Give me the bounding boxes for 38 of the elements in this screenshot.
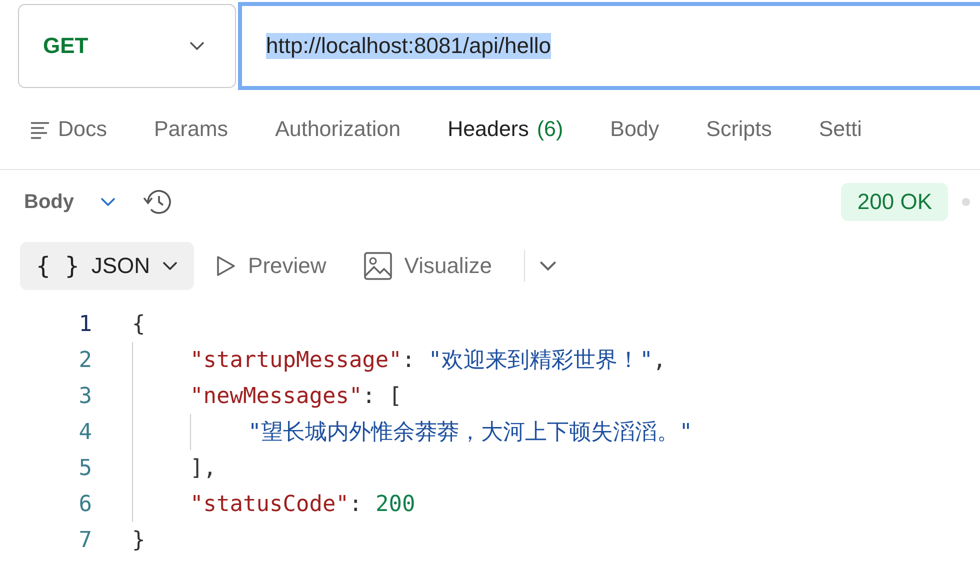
code-line: "startupMessage": "欢迎来到精彩世界！", <box>190 347 666 375</box>
line-number: 7 <box>78 528 92 552</box>
url-field[interactable]: http://localhost:8081/api/hello <box>238 2 980 90</box>
format-button[interactable]: Preview <box>200 242 342 290</box>
code-line: { <box>132 312 146 336</box>
code-line: } <box>132 528 146 552</box>
code-line: "statusCode": 200 <box>190 492 416 516</box>
tab[interactable]: Body <box>610 104 660 154</box>
tab[interactable]: Docs <box>30 104 107 154</box>
status-badge: 200 OK <box>841 183 948 221</box>
tab[interactable]: Authorization <box>275 104 401 154</box>
code-line: "望长城内外惟余莽莽，大河上下顿失滔滔。" <box>248 419 692 447</box>
image-icon <box>364 252 392 280</box>
tab[interactable]: Headers (6) <box>448 104 564 154</box>
tab[interactable]: Params <box>154 104 228 154</box>
caret-icon <box>162 261 178 271</box>
tab[interactable]: Setti <box>818 104 862 154</box>
line-number: 6 <box>78 492 92 516</box>
caret-icon[interactable] <box>538 260 557 272</box>
caret-icon <box>100 197 116 207</box>
line-number: 1 <box>78 312 92 336</box>
caret-icon <box>189 41 205 51</box>
play-icon <box>216 255 236 277</box>
body-dropdown[interactable]: Body <box>24 190 116 214</box>
method-dropdown[interactable]: GET <box>18 4 236 88</box>
format-dropdown[interactable]: { } JSON <box>20 242 194 290</box>
code-line: ], <box>190 456 216 480</box>
line-number: 2 <box>78 348 92 372</box>
tab[interactable]: Scripts <box>706 104 772 154</box>
line-number: 5 <box>78 456 92 480</box>
line-number: 4 <box>78 420 92 444</box>
braces-icon: { } <box>36 252 80 280</box>
line-number: 3 <box>78 384 92 408</box>
format-button[interactable]: Visualize <box>348 242 508 290</box>
history-icon[interactable] <box>142 188 172 216</box>
dot-icon <box>962 198 970 206</box>
code-line: "newMessages": [ <box>190 384 402 408</box>
document-lines-icon <box>30 120 50 138</box>
